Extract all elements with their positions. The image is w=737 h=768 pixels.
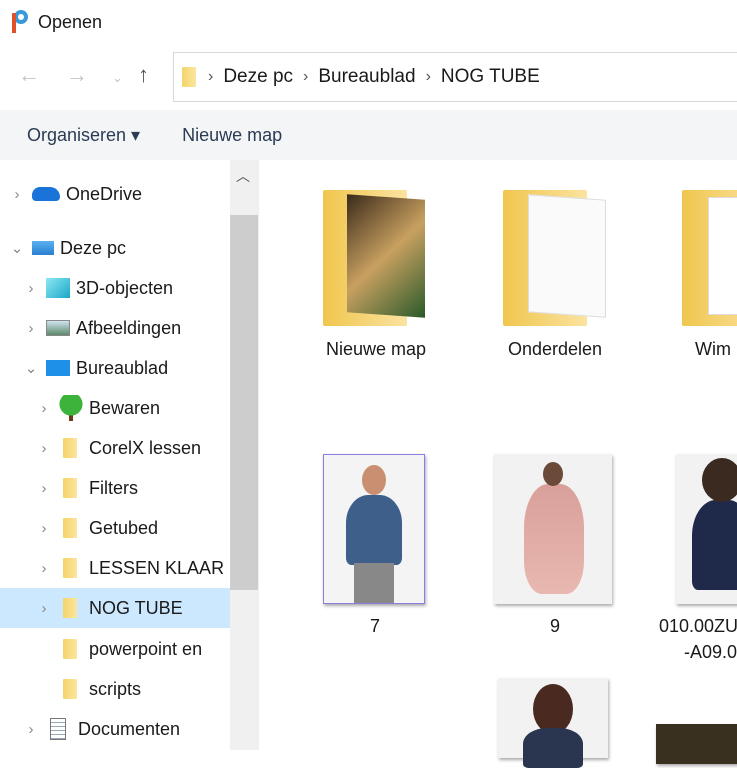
tree-item-label: Bureaublad bbox=[76, 357, 169, 378]
folder-icon bbox=[63, 518, 77, 538]
folder-preview-image bbox=[528, 194, 606, 318]
tree-item-lessen-klaar[interactable]: › LESSEN KLAAR bbox=[0, 548, 230, 588]
file-label: 7 bbox=[369, 616, 380, 636]
documents-icon bbox=[50, 718, 66, 740]
folder-icon bbox=[63, 639, 77, 659]
tree-item-deze-pc[interactable]: ⌄ Deze pc bbox=[0, 228, 230, 268]
folder-icon bbox=[63, 478, 77, 498]
desktop-icon bbox=[46, 360, 70, 376]
file-label: 9 bbox=[549, 616, 560, 636]
pictures-icon bbox=[46, 320, 70, 336]
chevron-right-icon: › bbox=[208, 68, 214, 85]
back-button[interactable]: ← bbox=[18, 62, 40, 88]
tree-item-label: Getubed bbox=[89, 517, 159, 538]
chevron-down-icon[interactable]: ⌄ bbox=[24, 359, 38, 377]
breadcrumb-deze-pc[interactable]: Deze pc bbox=[223, 66, 293, 88]
window-title: Openen bbox=[38, 12, 103, 32]
folder-icon bbox=[63, 438, 77, 458]
tree-item-bureaublad[interactable]: ⌄ Bureaublad bbox=[0, 348, 230, 388]
image-thumbnail[interactable] bbox=[498, 678, 608, 768]
scroll-up-arrow-icon[interactable]: ︿ bbox=[236, 166, 250, 186]
chevron-right-icon[interactable]: › bbox=[24, 721, 38, 738]
tree-item-scripts[interactable]: scripts bbox=[0, 669, 230, 709]
folder-preview-image bbox=[347, 194, 425, 318]
file-label: Nieuwe map bbox=[325, 339, 427, 359]
tree-item-filters[interactable]: › Filters bbox=[0, 468, 230, 508]
organize-button[interactable]: Organiseren ▾ bbox=[27, 125, 140, 146]
chevron-right-icon: › bbox=[425, 68, 431, 85]
tree-item-3d-objecten[interactable]: › 3D-objecten bbox=[0, 268, 230, 308]
file-label-line2: -A09.0 bbox=[684, 642, 737, 662]
chevron-right-icon[interactable]: › bbox=[37, 480, 51, 497]
file-label: Onderdelen bbox=[507, 339, 603, 359]
folder-icon bbox=[182, 67, 196, 87]
3d-cube-icon bbox=[46, 278, 70, 298]
breadcrumb-nog-tube[interactable]: NOG TUBE bbox=[441, 66, 540, 88]
image-thumbnail bbox=[323, 454, 425, 604]
toolbar: Organiseren ▾ Nieuwe map bbox=[0, 110, 737, 160]
folder-icon bbox=[63, 558, 77, 578]
breadcrumb-bureaublad[interactable]: Bureaublad bbox=[318, 66, 415, 88]
chevron-right-icon[interactable]: › bbox=[10, 186, 24, 203]
chevron-right-icon: › bbox=[303, 68, 309, 85]
address-bar[interactable]: › Deze pc › Bureaublad › NOG TUBE bbox=[173, 52, 737, 102]
onedrive-icon bbox=[32, 187, 60, 201]
image-thumbnail bbox=[676, 454, 737, 604]
image-thumbnail bbox=[494, 454, 612, 604]
new-folder-button[interactable]: Nieuwe map bbox=[182, 125, 282, 146]
tree-item-label: LESSEN KLAAR bbox=[89, 557, 225, 578]
tree-item-bewaren[interactable]: › Bewaren bbox=[0, 388, 230, 428]
folder-icon bbox=[63, 598, 77, 618]
tree-item-label: Afbeeldingen bbox=[76, 317, 182, 338]
folder-preview-image bbox=[708, 197, 737, 315]
file-label: Wim bbox=[695, 339, 731, 359]
tree-item-powerpoint-en[interactable]: powerpoint en bbox=[0, 629, 230, 669]
file-label: 010.00ZU bbox=[659, 616, 737, 636]
chevron-right-icon[interactable]: › bbox=[24, 320, 38, 337]
up-button[interactable]: ↑ bbox=[138, 62, 149, 88]
tree-item-label: powerpoint en bbox=[89, 638, 203, 659]
chevron-right-icon[interactable]: › bbox=[37, 600, 51, 617]
tree-item-corelx-lessen[interactable]: › CorelX lessen bbox=[0, 428, 230, 468]
chevron-down-icon[interactable]: ⌄ bbox=[10, 239, 24, 257]
computer-icon bbox=[32, 241, 54, 255]
tree-item-label: Documenten bbox=[78, 718, 181, 739]
pane-divider[interactable] bbox=[258, 160, 262, 750]
chevron-right-icon[interactable]: › bbox=[37, 440, 51, 457]
chevron-right-icon[interactable]: › bbox=[37, 520, 51, 537]
tree-item-label: Filters bbox=[89, 477, 138, 498]
chevron-right-icon[interactable]: › bbox=[37, 560, 51, 577]
forward-button[interactable]: → bbox=[66, 62, 88, 88]
folder-icon bbox=[63, 679, 77, 699]
tree-item-onedrive[interactable]: › OneDrive bbox=[0, 174, 230, 214]
tree-item-nog-tube[interactable]: › NOG TUBE bbox=[0, 588, 230, 628]
chevron-right-icon[interactable]: › bbox=[37, 400, 51, 417]
tree-item-label: NOG TUBE bbox=[89, 597, 183, 618]
image-thumbnail[interactable] bbox=[656, 724, 737, 764]
tree-item-label: scripts bbox=[89, 678, 142, 699]
tree-item-label: Bewaren bbox=[89, 397, 161, 418]
tree-item-label: Deze pc bbox=[60, 237, 127, 258]
app-logo-icon bbox=[10, 9, 30, 35]
tree-item-getubed[interactable]: › Getubed bbox=[0, 508, 230, 548]
scrollbar-thumb[interactable] bbox=[230, 215, 258, 590]
tree-item-afbeeldingen[interactable]: › Afbeeldingen bbox=[0, 308, 230, 348]
tree-item-documenten[interactable]: › Documenten bbox=[0, 709, 230, 749]
tree-item-label: OneDrive bbox=[66, 183, 143, 204]
tree-icon bbox=[59, 395, 83, 421]
chevron-right-icon[interactable]: › bbox=[24, 280, 38, 297]
tree-item-label: CorelX lessen bbox=[89, 437, 202, 458]
recent-locations-button[interactable]: ⌄ bbox=[112, 70, 123, 86]
tree-item-label: 3D-objecten bbox=[76, 277, 174, 298]
